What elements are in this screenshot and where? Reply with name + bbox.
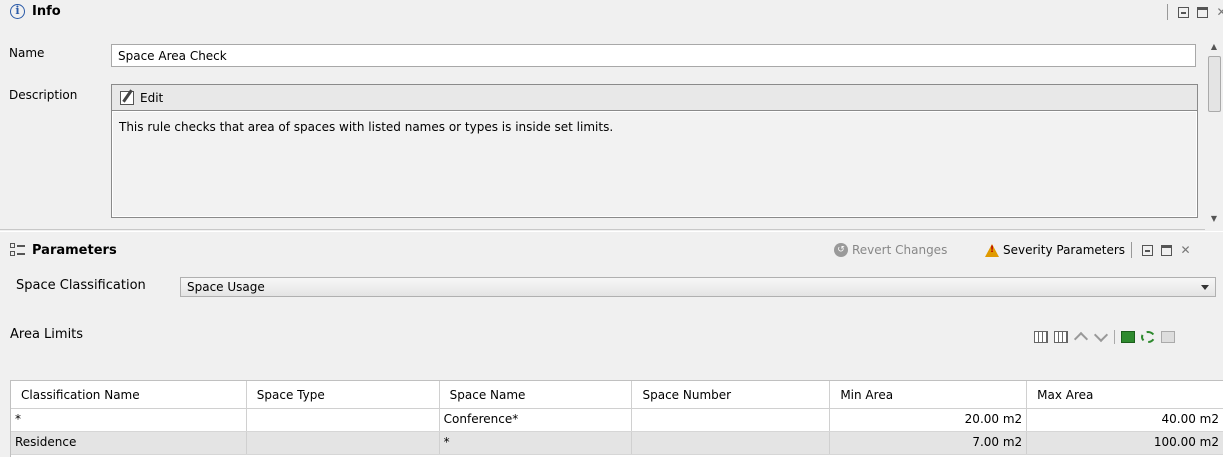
description-label: Description	[9, 88, 78, 102]
parameters-window-controls: ✕	[1131, 242, 1191, 258]
column-header[interactable]: Classification Name	[11, 381, 247, 409]
info-title: Info	[32, 4, 61, 19]
description-text[interactable]: This rule checks that area of spaces wit…	[112, 111, 1197, 217]
table-cell[interactable]: *	[11, 409, 247, 431]
table-row[interactable]: Residence * 7.00 m2 100.00 m2	[11, 432, 1223, 455]
scroll-thumb[interactable]	[1208, 56, 1221, 112]
close-icon[interactable]: ✕	[1216, 6, 1223, 18]
sync-icon[interactable]	[1141, 331, 1155, 343]
table-toolbar	[1034, 330, 1175, 344]
column-header[interactable]: Min Area	[830, 381, 1028, 409]
edit-label: Edit	[140, 90, 164, 105]
table-cell[interactable]: Residence	[11, 432, 247, 454]
info-titlebar: i Info ✕	[0, 0, 1223, 22]
column-header[interactable]: Space Name	[440, 381, 633, 409]
space-classification-label: Space Classification	[16, 278, 146, 293]
scroll-down-icon[interactable]: ▼	[1205, 212, 1223, 226]
info-scrollbar[interactable]: ▲ ▼	[1205, 40, 1223, 230]
table-cell[interactable]: 7.00 m2	[830, 432, 1028, 454]
parameters-panel: Parameters ↺ Revert Changes Severity Par…	[0, 231, 1223, 457]
revert-icon: ↺	[834, 243, 848, 257]
table-cell[interactable]	[632, 432, 831, 454]
column-header[interactable]: Max Area	[1027, 381, 1223, 409]
area-limits-table: Classification Name Space Type Space Nam…	[10, 380, 1223, 457]
area-limits-label: Area Limits	[10, 327, 84, 342]
add-row-icon[interactable]	[1034, 331, 1048, 343]
table-cell[interactable]: 100.00 m2	[1027, 432, 1223, 454]
description-editor: Edit This rule checks that area of space…	[111, 84, 1198, 218]
table-cell[interactable]: 20.00 m2	[830, 409, 1028, 431]
table-row[interactable]: * Conference* 20.00 m2 40.00 m2	[11, 409, 1223, 432]
space-classification-select[interactable]: Space Usage	[180, 277, 1216, 297]
edit-icon	[120, 90, 134, 105]
warning-icon	[985, 243, 999, 257]
remove-row-icon[interactable]	[1054, 331, 1068, 343]
close-icon[interactable]: ✕	[1180, 244, 1191, 256]
separator	[1167, 4, 1168, 20]
severity-label: Severity Parameters	[1003, 243, 1126, 257]
revert-label: Revert Changes	[852, 243, 948, 257]
info-icon: i	[10, 4, 25, 19]
parameters-title: Parameters	[32, 243, 117, 258]
table-cell[interactable]	[247, 409, 440, 431]
column-header[interactable]: Space Number	[632, 381, 831, 409]
column-header[interactable]: Space Type	[247, 381, 440, 409]
move-up-icon[interactable]	[1074, 331, 1088, 343]
table-cell[interactable]	[632, 409, 831, 431]
excel-export-icon[interactable]	[1121, 331, 1135, 343]
name-field[interactable]: Space Area Check	[111, 44, 1196, 67]
chevron-down-icon	[1201, 285, 1209, 290]
revert-changes-button[interactable]: ↺ Revert Changes	[834, 243, 947, 257]
separator	[1114, 330, 1115, 344]
separator	[1131, 242, 1132, 258]
edit-button[interactable]: Edit	[112, 85, 1197, 111]
scroll-up-icon[interactable]: ▲	[1205, 40, 1223, 54]
maximize-icon[interactable]	[1197, 6, 1208, 18]
severity-parameters-button[interactable]: Severity Parameters	[985, 243, 1125, 257]
table-header: Classification Name Space Type Space Nam…	[11, 381, 1223, 409]
table-cell[interactable]: Conference*	[440, 409, 633, 431]
move-down-icon[interactable]	[1094, 331, 1108, 343]
maximize-icon[interactable]	[1161, 244, 1172, 256]
table-cell[interactable]: 40.00 m2	[1027, 409, 1223, 431]
info-window-controls: ✕	[1167, 4, 1223, 20]
info-panel: i Info ✕ Name Space Area Check Descripti…	[0, 0, 1223, 230]
clear-icon[interactable]	[1161, 331, 1175, 343]
parameters-icon	[10, 243, 26, 257]
space-classification-value: Space Usage	[187, 280, 265, 294]
table-cell[interactable]: *	[440, 432, 633, 454]
minimize-icon[interactable]	[1142, 244, 1153, 256]
minimize-icon[interactable]	[1178, 6, 1189, 18]
table-cell[interactable]	[247, 432, 440, 454]
name-label: Name	[9, 46, 45, 60]
